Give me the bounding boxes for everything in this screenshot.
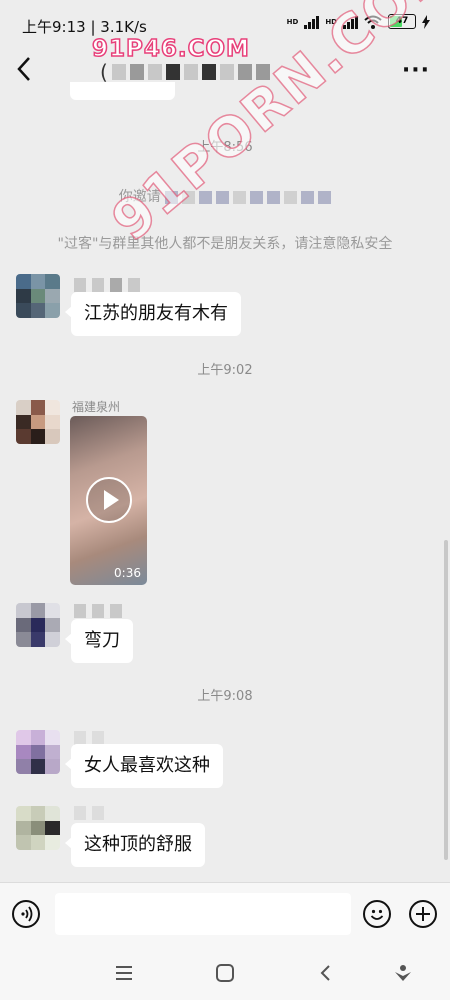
message-bubble-4[interactable]: 女人最喜欢这种: [65, 744, 223, 788]
nav-back-icon[interactable]: [315, 962, 337, 984]
sender-name-redacted: [74, 604, 122, 618]
smiley-icon: [370, 909, 384, 920]
video-message[interactable]: 0:36: [70, 416, 147, 585]
home-icon[interactable]: [214, 962, 236, 984]
sender-name: 福建泉州: [72, 400, 121, 414]
more-functions-button[interactable]: [409, 900, 437, 928]
avatar[interactable]: [16, 806, 60, 850]
message-bubble-1[interactable]: 江苏的朋友有木有: [65, 292, 241, 336]
video-duration: 0:36: [114, 566, 141, 580]
voice-button[interactable]: [12, 900, 40, 928]
play-icon[interactable]: [86, 477, 132, 523]
system-nav-bar: [0, 944, 450, 1000]
timestamp-2: 上午9:02: [197, 363, 253, 378]
sender-name-redacted: [74, 806, 104, 820]
scrollbar[interactable]: [444, 540, 448, 860]
message-input[interactable]: [55, 893, 351, 935]
more-options-icon[interactable]: ···: [402, 58, 430, 83]
avatar[interactable]: [16, 274, 60, 318]
timestamp-3: 上午9:08: [197, 689, 253, 704]
avatar[interactable]: [16, 603, 60, 647]
previous-message-bubble: [70, 82, 175, 100]
status-time: 上午9:13 | 3.1K/s: [22, 18, 147, 36]
emoji-button[interactable]: [363, 900, 391, 928]
message-bubble-5[interactable]: 这种顶的舒服: [65, 823, 205, 867]
avatar[interactable]: [16, 730, 60, 774]
watermark-top: 91P46.COM: [91, 35, 250, 63]
voice-icon: [21, 906, 33, 922]
hd-label-1: HD: [286, 17, 299, 26]
group-title-redacted: (: [100, 60, 270, 84]
privacy-notice: "过客"与群里其他人都不是朋友关系，请注意隐私安全: [57, 236, 393, 252]
sender-name-redacted: [74, 278, 140, 292]
chat-input-bar: [0, 882, 450, 945]
plus-icon: [416, 907, 430, 921]
charging-icon: [422, 14, 430, 29]
avatar[interactable]: [16, 400, 60, 444]
invite-system-message: 你邀请: [0, 186, 450, 206]
back-arrow-icon[interactable]: [12, 54, 38, 84]
assistant-icon[interactable]: [392, 962, 414, 984]
sender-name-redacted: [74, 731, 104, 745]
menu-icon[interactable]: [113, 962, 135, 984]
message-bubble-3[interactable]: 弯刀: [65, 619, 133, 663]
